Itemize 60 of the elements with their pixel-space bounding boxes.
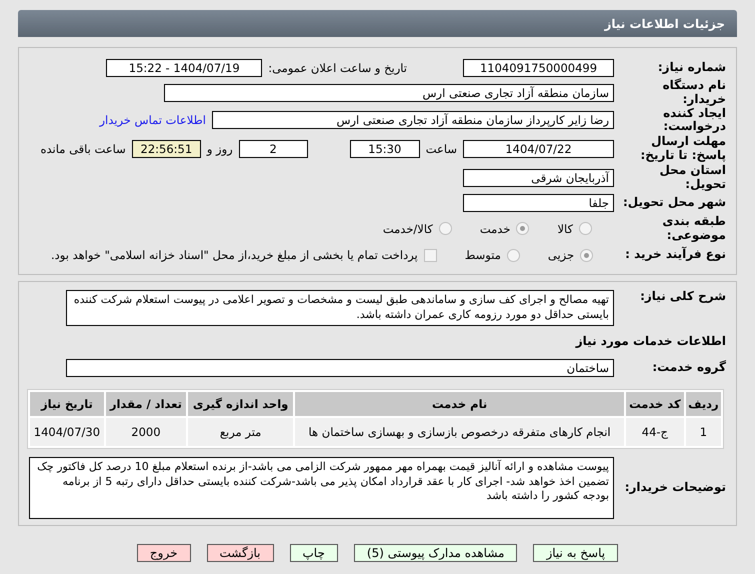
need-number-field[interactable]: 1104091750000499 bbox=[463, 58, 614, 76]
field-label: ساعت bbox=[426, 142, 457, 156]
column-header: تاریخ نیاز bbox=[30, 392, 104, 416]
requester-field[interactable]: رضا زایر کارپرداز سازمان منطقه آزاد تجاری صنعتی ارس bbox=[212, 111, 614, 130]
announce-date-field[interactable]: 1404/07/19 - 15:22 bbox=[106, 58, 262, 76]
column-header: واحد اندازه گیری bbox=[188, 392, 294, 416]
field-label: خدمت bbox=[480, 222, 510, 236]
radio-button[interactable] bbox=[579, 222, 592, 236]
field-label: متوسط bbox=[464, 248, 501, 262]
field-label: جزیی bbox=[548, 248, 574, 262]
table-cell: ج-44 bbox=[626, 418, 684, 446]
field-label: شرح کلی نیاز: bbox=[639, 290, 726, 304]
column-header: کد خدمت bbox=[626, 392, 684, 416]
page-title: جزئیات اطلاعات نیاز bbox=[18, 10, 737, 37]
field-label: شهر محل تحویل: bbox=[622, 196, 726, 210]
buyer-contact-link[interactable]: اطلاعات تماس خریدار bbox=[99, 113, 206, 128]
column-header: تعداد / مقدار bbox=[106, 392, 186, 416]
buyer-field[interactable]: سازمان منطقه آزاد تجاری صنعتی ارس bbox=[164, 84, 614, 102]
field-label: نوع فرآیند خرید : bbox=[624, 248, 726, 262]
action-button[interactable]: مشاهده مدارک پیوستی (5) bbox=[354, 544, 518, 562]
field-label: ساعت باقی مانده bbox=[40, 142, 126, 156]
column-header: ردیف bbox=[686, 392, 721, 416]
field-label: گروه خدمت: bbox=[651, 360, 726, 375]
checkbox[interactable] bbox=[424, 248, 437, 262]
action-button[interactable]: بازگشت bbox=[206, 544, 274, 562]
days-field[interactable]: 2 bbox=[238, 140, 308, 158]
deadline-date-field[interactable]: 1404/07/22 bbox=[463, 140, 614, 158]
service-group-field[interactable]: ساختمان bbox=[66, 358, 614, 377]
buyer-notes-field[interactable]: پیوست مشاهده و ارائه آنالیز قیمت بهمراه مهر ممهور شرکت الزامی می باشد-از برنده استعلام مبلغ 10 درصد کل فاکتور چک تضمین اخذ خواهد شد- اجرای کار با عقد قرارداد امکان پذیر می باشد-شرکت کننده بایستی حداقل دارای رتبه 5 از برنامه بودجه کشور را داشته باشد bbox=[29, 457, 614, 520]
remaining-time-field[interactable]: 22:56:51 bbox=[132, 140, 201, 158]
field-label: روز و bbox=[206, 142, 233, 156]
radio-button[interactable] bbox=[580, 248, 594, 262]
field-label: تاریخ و ساعت اعلان عمومی: bbox=[268, 60, 407, 74]
section-heading: اطلاعات خدمات مورد نیاز bbox=[574, 334, 726, 348]
action-button[interactable]: خروج bbox=[136, 544, 190, 562]
city-field[interactable]: جلفا bbox=[463, 194, 614, 212]
table-cell: 1404/07/30 bbox=[30, 418, 104, 446]
column-header: نام خدمت bbox=[295, 392, 624, 416]
radio-button[interactable] bbox=[506, 248, 520, 262]
description-field[interactable]: تهیه مصالح و اجرای کف سازی و ساماندهی طبق لیست و مشخصات و تصویر اعلامی در پیوست استعلام شرکت کننده بایستی حداقل دو مورد رزومه کاری عمران داشته باشد. bbox=[66, 290, 614, 326]
field-label: شماره نیاز: bbox=[656, 60, 726, 74]
field-label: استان محل تحویل: bbox=[658, 164, 726, 192]
field-label: کالا/خدمت bbox=[382, 222, 433, 236]
table-cell: 2000 bbox=[106, 418, 186, 446]
field-label: ایجاد کننده درخواست: bbox=[662, 106, 726, 134]
province-field[interactable]: آذربایجان شرقی bbox=[463, 168, 614, 187]
radio-button[interactable] bbox=[516, 222, 530, 236]
table-cell: انجام کارهای متفرقه درخصوص بازسازی و بهسازی ساختمان ها bbox=[295, 418, 624, 446]
field-label: کالا bbox=[557, 222, 573, 236]
field-label: توضیحات خریدار: bbox=[624, 481, 726, 496]
field-label: نام دستگاه خریدار: bbox=[662, 79, 726, 107]
field-label: طبقه بندی موضوعی: bbox=[661, 214, 726, 242]
radio-button[interactable] bbox=[438, 222, 452, 236]
field-label: مهلت ارسال پاسخ: تا تاریخ: bbox=[640, 135, 726, 163]
table-cell: متر مربع bbox=[188, 418, 294, 446]
deadline-time-field[interactable]: 15:30 bbox=[350, 140, 420, 158]
action-button[interactable]: پاسخ به نیاز bbox=[533, 544, 618, 562]
action-button[interactable]: چاپ bbox=[290, 544, 338, 562]
table-cell: 1 bbox=[686, 418, 721, 446]
field-label: پرداخت تمام یا بخشی از مبلغ خرید،از محل "اسناد خزانه اسلامی" خواهد بود. bbox=[51, 248, 418, 262]
